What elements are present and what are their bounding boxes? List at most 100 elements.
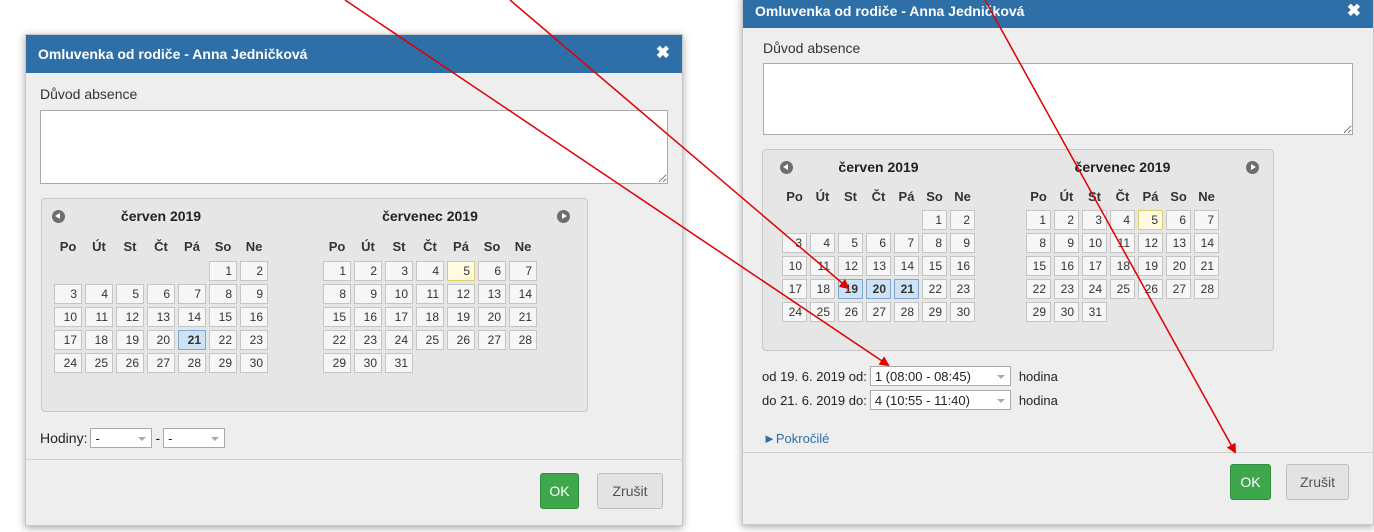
calendar-day-cell[interactable]: 1	[1026, 210, 1051, 230]
calendar-day-cell[interactable]: 1	[922, 210, 947, 230]
calendar-day-cell[interactable]: 4	[85, 284, 113, 304]
reason-textarea[interactable]	[763, 63, 1353, 135]
calendar-day-cell[interactable]: 14	[1194, 233, 1219, 253]
calendar-day-cell[interactable]: 20	[478, 307, 506, 327]
calendar-day-cell[interactable]: 9	[1054, 233, 1079, 253]
calendar-day-cell[interactable]: 14	[178, 307, 206, 327]
calendar-day-cell[interactable]: 27	[147, 353, 175, 373]
ok-button[interactable]: OK	[540, 473, 579, 509]
calendar-day-cell[interactable]: 20	[866, 279, 891, 299]
calendar-day-cell[interactable]: 12	[838, 256, 863, 276]
calendar-day-cell[interactable]: 6	[478, 261, 506, 281]
calendar-day-cell[interactable]: 11	[85, 307, 113, 327]
calendar-day-cell[interactable]: 7	[894, 233, 919, 253]
calendar-day-cell[interactable]: 1	[323, 261, 351, 281]
calendar-day-cell[interactable]: 10	[385, 284, 413, 304]
calendar-day-cell[interactable]: 11	[1110, 233, 1135, 253]
close-icon[interactable]: ✖	[1347, 1, 1361, 21]
hours-to-select[interactable]: -	[163, 428, 226, 448]
calendar-day-cell[interactable]: 22	[922, 279, 947, 299]
calendar-day-cell[interactable]: 7	[178, 284, 206, 304]
calendar-day-cell[interactable]: 8	[323, 284, 351, 304]
calendar-day-cell[interactable]: 2	[1054, 210, 1079, 230]
calendar-day-cell[interactable]: 19	[447, 307, 475, 327]
calendar-day-cell[interactable]: 20	[147, 330, 175, 350]
calendar-day-cell[interactable]: 24	[385, 330, 413, 350]
calendar-day-cell[interactable]: 15	[209, 307, 237, 327]
calendar-day-cell[interactable]: 25	[1110, 279, 1135, 299]
calendar-day-cell[interactable]: 10	[782, 256, 807, 276]
calendar-day-cell[interactable]: 16	[354, 307, 382, 327]
calendar-day-cell[interactable]: 12	[1138, 233, 1163, 253]
calendar-day-cell[interactable]: 9	[354, 284, 382, 304]
calendar-day-cell[interactable]: 19	[838, 279, 863, 299]
calendar-day-cell[interactable]: 16	[240, 307, 268, 327]
cancel-button[interactable]: Zrušit	[597, 473, 663, 509]
calendar-day-cell[interactable]: 13	[147, 307, 175, 327]
calendar-day-cell[interactable]: 28	[178, 353, 206, 373]
calendar-day-cell[interactable]: 16	[1054, 256, 1079, 276]
calendar-day-cell[interactable]: 17	[1082, 256, 1107, 276]
calendar-day-cell[interactable]: 11	[810, 256, 835, 276]
calendar-day-cell[interactable]: 21	[1194, 256, 1219, 276]
calendar-day-cell[interactable]: 8	[209, 284, 237, 304]
calendar-day-cell[interactable]: 13	[1166, 233, 1191, 253]
calendar-day-cell[interactable]: 26	[1138, 279, 1163, 299]
calendar-day-cell[interactable]: 18	[85, 330, 113, 350]
calendar-day-cell[interactable]: 13	[866, 256, 891, 276]
calendar-day-cell[interactable]: 17	[782, 279, 807, 299]
calendar-day-cell[interactable]: 23	[1054, 279, 1079, 299]
calendar-day-cell[interactable]: 17	[385, 307, 413, 327]
next-month-icon[interactable]	[557, 210, 570, 223]
calendar-day-cell[interactable]: 15	[1026, 256, 1051, 276]
calendar-day-cell[interactable]: 18	[1110, 256, 1135, 276]
calendar-day-cell[interactable]: 3	[54, 284, 82, 304]
calendar-day-cell[interactable]: 29	[209, 353, 237, 373]
calendar-day-cell[interactable]: 22	[323, 330, 351, 350]
calendar-day-cell[interactable]: 10	[1082, 233, 1107, 253]
calendar-day-cell[interactable]: 19	[1138, 256, 1163, 276]
calendar-day-cell[interactable]: 6	[1166, 210, 1191, 230]
calendar-day-cell[interactable]: 6	[866, 233, 891, 253]
calendar-day-cell[interactable]: 30	[950, 302, 975, 322]
calendar-day-cell[interactable]: 5	[1138, 210, 1163, 230]
calendar-day-cell[interactable]: 25	[85, 353, 113, 373]
calendar-day-cell[interactable]: 30	[1054, 302, 1079, 322]
calendar-day-cell[interactable]: 21	[894, 279, 919, 299]
calendar-day-cell[interactable]: 12	[447, 284, 475, 304]
calendar-day-cell[interactable]: 28	[1194, 279, 1219, 299]
calendar-day-cell[interactable]: 26	[447, 330, 475, 350]
calendar-day-cell[interactable]: 14	[894, 256, 919, 276]
calendar-day-cell[interactable]: 27	[866, 302, 891, 322]
calendar-day-cell[interactable]: 30	[354, 353, 382, 373]
calendar-day-cell[interactable]: 18	[810, 279, 835, 299]
hours-from-select[interactable]: -	[90, 428, 153, 448]
calendar-day-cell[interactable]: 1	[209, 261, 237, 281]
calendar-day-cell[interactable]: 22	[209, 330, 237, 350]
calendar-day-cell[interactable]: 4	[1110, 210, 1135, 230]
calendar-day-cell[interactable]: 22	[1026, 279, 1051, 299]
calendar-day-cell[interactable]: 16	[950, 256, 975, 276]
calendar-day-cell[interactable]: 8	[922, 233, 947, 253]
calendar-day-cell[interactable]: 4	[810, 233, 835, 253]
ok-button[interactable]: OK	[1230, 464, 1271, 500]
calendar-day-cell[interactable]: 5	[838, 233, 863, 253]
calendar-day-cell[interactable]: 10	[54, 307, 82, 327]
cancel-button[interactable]: Zrušit	[1286, 464, 1349, 500]
calendar-day-cell[interactable]: 6	[147, 284, 175, 304]
calendar-day-cell[interactable]: 28	[894, 302, 919, 322]
calendar-day-cell[interactable]: 25	[416, 330, 444, 350]
calendar-day-cell[interactable]: 15	[922, 256, 947, 276]
calendar-day-cell[interactable]: 3	[1082, 210, 1107, 230]
calendar-day-cell[interactable]: 26	[838, 302, 863, 322]
calendar-day-cell[interactable]: 31	[385, 353, 413, 373]
calendar-day-cell[interactable]: 5	[116, 284, 144, 304]
calendar-day-cell[interactable]: 17	[54, 330, 82, 350]
calendar-day-cell[interactable]: 24	[1082, 279, 1107, 299]
calendar-day-cell[interactable]: 23	[240, 330, 268, 350]
calendar-day-cell[interactable]: 4	[416, 261, 444, 281]
calendar-day-cell[interactable]: 27	[1166, 279, 1191, 299]
calendar-day-cell[interactable]: 11	[416, 284, 444, 304]
calendar-day-cell[interactable]: 3	[385, 261, 413, 281]
calendar-day-cell[interactable]: 25	[810, 302, 835, 322]
